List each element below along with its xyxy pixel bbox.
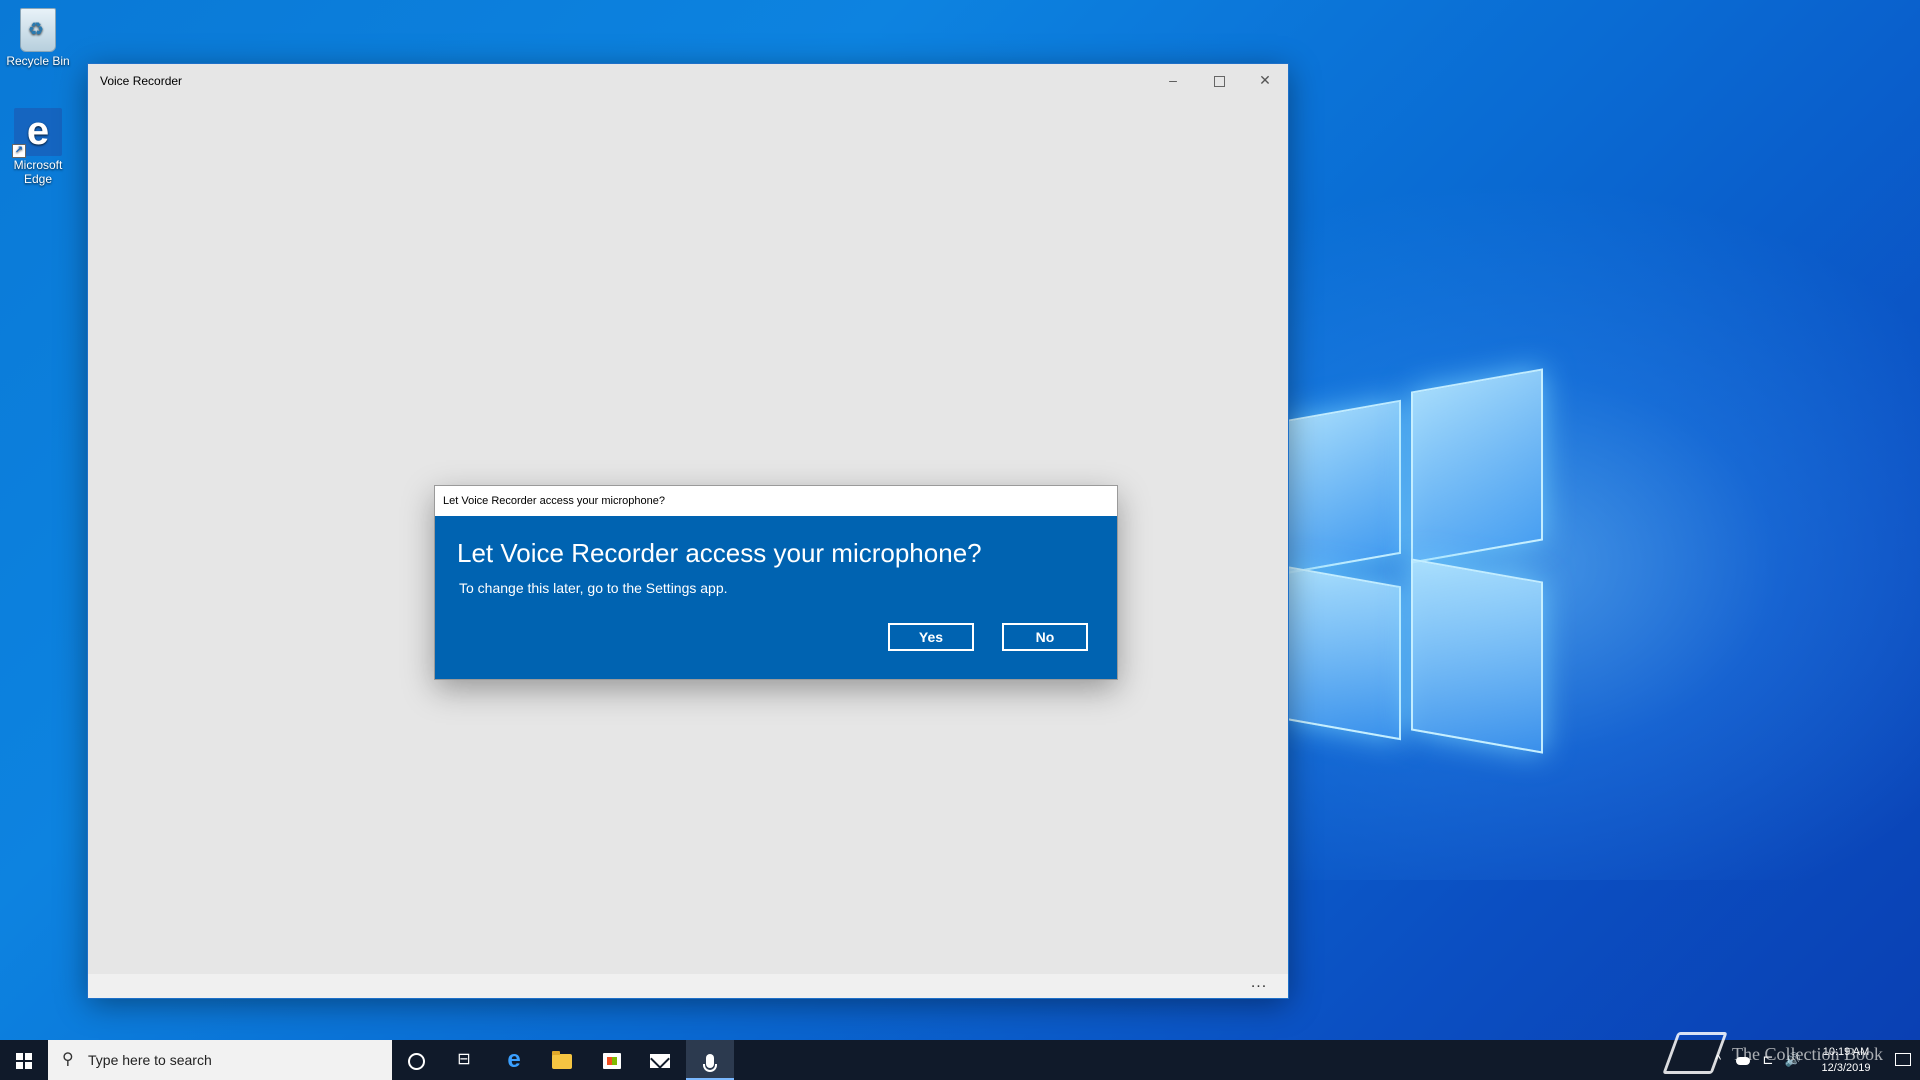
dialog-heading: Let Voice Recorder access your microphon… — [457, 538, 982, 568]
more-options-button[interactable]: ... — [1244, 974, 1274, 998]
edge-icon: e — [507, 1046, 521, 1073]
logo-pane — [1285, 399, 1401, 575]
minimize-button[interactable]: – — [1150, 64, 1196, 96]
desktop-icon-label: Recycle Bin — [6, 54, 70, 68]
window-title: Voice Recorder — [100, 74, 183, 88]
taskbar-store-button[interactable] — [588, 1040, 636, 1080]
recycle-bin-icon — [20, 8, 56, 52]
watermark: The Collection Book — [1662, 1030, 1910, 1080]
maximize-icon — [1213, 75, 1225, 87]
desktop-icon-microsoft-edge[interactable]: e ↗ Microsoft Edge — [0, 108, 76, 186]
microphone-icon — [703, 1054, 717, 1073]
close-icon: ✕ — [1259, 72, 1271, 88]
search-box[interactable]: ⚲ Type here to search — [48, 1040, 392, 1080]
voice-recorder-window: Voice Recorder – ✕ ... Let Voice Recorde… — [88, 64, 1288, 998]
wallpaper-windows-logo — [1285, 368, 1545, 754]
taskbar-voice-recorder-button[interactable] — [686, 1040, 734, 1080]
desktop-icon-recycle-bin[interactable]: Recycle Bin — [0, 8, 76, 68]
task-view-icon: ⊟ — [457, 1051, 471, 1068]
taskbar: ⚲ Type here to search ⊟ e ^ ⊏ 🔊 10:19 AM… — [0, 1040, 1920, 1080]
no-button[interactable]: No — [1002, 623, 1088, 651]
taskbar-mail-button[interactable] — [636, 1040, 684, 1080]
cortana-icon — [407, 1052, 425, 1070]
window-titlebar[interactable]: Voice Recorder – ✕ — [88, 64, 1288, 100]
logo-pane — [1411, 368, 1543, 564]
app-command-bar: ... — [88, 974, 1288, 998]
logo-pane — [1285, 565, 1401, 741]
book-logo-icon — [1662, 1032, 1728, 1074]
watermark-text: The Collection Book — [1732, 1044, 1883, 1064]
windows-start-icon — [16, 1053, 32, 1070]
folder-icon — [552, 1050, 572, 1069]
dialog-message: To change this later, go to the Settings… — [459, 580, 728, 596]
store-icon — [603, 1053, 621, 1070]
task-view-button[interactable]: ⊟ — [440, 1040, 488, 1080]
minimize-icon: – — [1169, 72, 1177, 88]
search-placeholder: Type here to search — [88, 1052, 212, 1068]
maximize-button[interactable] — [1196, 64, 1242, 96]
desktop-icon-label: Microsoft Edge — [13, 158, 63, 186]
taskbar-file-explorer-button[interactable] — [538, 1040, 586, 1080]
taskbar-edge-button[interactable]: e — [490, 1040, 538, 1080]
cortana-button[interactable] — [392, 1040, 440, 1080]
yes-button[interactable]: Yes — [888, 623, 974, 651]
dialog-titlebar[interactable]: Let Voice Recorder access your microphon… — [435, 486, 1117, 516]
edge-icon: e ↗ — [12, 108, 62, 158]
close-button[interactable]: ✕ — [1242, 64, 1288, 96]
mail-icon — [650, 1054, 670, 1069]
logo-pane — [1411, 558, 1543, 754]
dialog-title: Let Voice Recorder access your microphon… — [443, 495, 665, 507]
start-button[interactable] — [0, 1040, 48, 1080]
search-icon: ⚲ — [62, 1051, 74, 1068]
permission-dialog: Let Voice Recorder access your microphon… — [435, 486, 1117, 679]
shortcut-arrow-icon: ↗ — [12, 144, 26, 158]
